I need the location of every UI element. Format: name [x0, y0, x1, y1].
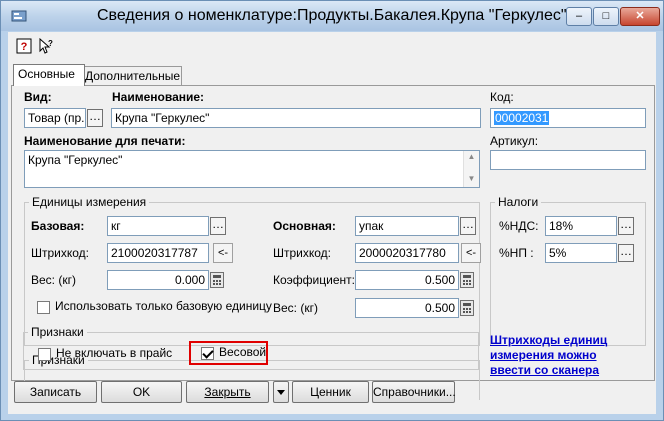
main-weight-field[interactable]: 0.500: [355, 298, 459, 318]
references-button[interactable]: Справочники...: [372, 381, 456, 403]
exclude-price-label: Не включать в прайс: [56, 346, 173, 360]
units-group: Единицы измерения Базовая: кг … Штрихкод…: [24, 195, 481, 346]
barcode-scanner-link[interactable]: Штрихкоды единиц измерения можно ввести …: [490, 333, 640, 378]
weight-checkbox-label: Весовой: [219, 345, 267, 359]
tab-additional[interactable]: Дополнительные: [80, 66, 182, 85]
window-title: Сведения о номенклатуре:Продукты.Бакалея…: [97, 7, 567, 24]
title-bar[interactable]: Сведения о номенклатуре:Продукты.Бакалея…: [1, 1, 663, 31]
np-select-button[interactable]: …: [618, 244, 634, 262]
minimize-button[interactable]: –: [566, 7, 592, 26]
nds-field[interactable]: 18%: [545, 216, 617, 236]
main-barcode-label: Штрихкод:: [273, 246, 332, 260]
help-icon[interactable]: ?: [16, 38, 32, 54]
print-name-field[interactable]: Крупа "Геркулес" ▲ ▼: [24, 150, 480, 188]
main-weight-calculator-icon[interactable]: [460, 300, 474, 316]
only-base-unit-label: Использовать только базовую единицу: [55, 299, 272, 313]
base-unit-field[interactable]: кг: [107, 216, 209, 236]
whats-this-icon[interactable]: ?: [38, 38, 54, 54]
base-barcode-field[interactable]: 2100020317787: [107, 243, 209, 263]
svg-text:?: ?: [21, 41, 28, 53]
app-icon: [11, 10, 27, 22]
close-button[interactable]: Закрыть: [186, 381, 269, 403]
kod-value: 00002031: [494, 111, 550, 125]
base-barcode-generate-button[interactable]: <-: [213, 243, 233, 263]
chevron-down-icon: [277, 390, 285, 395]
taxes-group: Налоги %НДС: 18% … %НП : 5% …: [490, 195, 646, 346]
vid-field[interactable]: Товар (пр.: [24, 108, 86, 128]
artikul-field[interactable]: [490, 150, 646, 170]
base-barcode-label: Штрихкод:: [31, 246, 90, 260]
name-field[interactable]: Крупа "Геркулес": [111, 108, 481, 128]
coef-label: Коэффициент:: [273, 273, 355, 287]
name-label: Наименование:: [112, 90, 205, 104]
main-unit-label: Основная:: [273, 219, 336, 233]
save-button[interactable]: Записать: [14, 381, 97, 403]
exclude-price-checkbox[interactable]: [38, 348, 51, 361]
tab-main[interactable]: Основные: [13, 64, 85, 86]
client-area: ? ? Основные Дополнительные Вид: Товар (…: [8, 32, 656, 414]
base-weight-calculator-icon[interactable]: [210, 272, 224, 288]
np-label: %НП :: [499, 246, 534, 260]
signs-frame: Признаки Не включать в прайс Весовой: [23, 325, 479, 370]
main-barcode-field[interactable]: 2000020317780: [355, 243, 459, 263]
np-field[interactable]: 5%: [545, 243, 617, 263]
print-name-scrollbar[interactable]: ▲ ▼: [463, 151, 479, 187]
dialog-window: Сведения о номенклатуре:Продукты.Бакалея…: [0, 0, 664, 421]
kod-field[interactable]: 00002031: [490, 108, 646, 128]
weight-checkbox[interactable]: [201, 347, 214, 360]
coef-field[interactable]: 0.500: [355, 270, 459, 290]
close-window-button[interactable]: ✕: [620, 7, 660, 26]
artikul-label: Артикул:: [490, 134, 539, 148]
maximize-button[interactable]: □: [593, 7, 619, 26]
main-unit-select-button[interactable]: …: [460, 217, 476, 235]
nds-label: %НДС:: [499, 219, 539, 233]
main-weight-label: Вес: (кг): [273, 301, 318, 315]
close-dropdown-button[interactable]: [273, 381, 289, 403]
taxes-group-title: Налоги: [495, 195, 542, 209]
only-base-unit-checkbox[interactable]: [37, 301, 50, 314]
coef-calculator-icon[interactable]: [460, 272, 474, 288]
weight-highlight-box: Весовой: [189, 341, 268, 365]
base-weight-label: Вес: (кг): [31, 273, 76, 287]
svg-text:?: ?: [48, 39, 53, 48]
main-barcode-generate-button[interactable]: <-: [461, 243, 481, 263]
signs-title: Признаки: [28, 325, 87, 339]
print-name-label: Наименование для печати:: [24, 134, 186, 148]
ok-button[interactable]: OK: [101, 381, 182, 403]
vid-label: Вид:: [24, 90, 52, 104]
print-name-value: Крупа "Геркулес": [28, 153, 123, 167]
main-unit-field[interactable]: упак: [355, 216, 459, 236]
nds-select-button[interactable]: …: [618, 217, 634, 235]
base-unit-select-button[interactable]: …: [210, 217, 226, 235]
vid-select-button[interactable]: …: [87, 109, 103, 127]
price-tag-button[interactable]: Ценник: [292, 381, 369, 403]
base-weight-field[interactable]: 0.000: [107, 270, 209, 290]
kod-label: Код:: [490, 90, 514, 104]
base-unit-label: Базовая:: [31, 219, 85, 233]
units-group-title: Единицы измерения: [29, 195, 150, 209]
